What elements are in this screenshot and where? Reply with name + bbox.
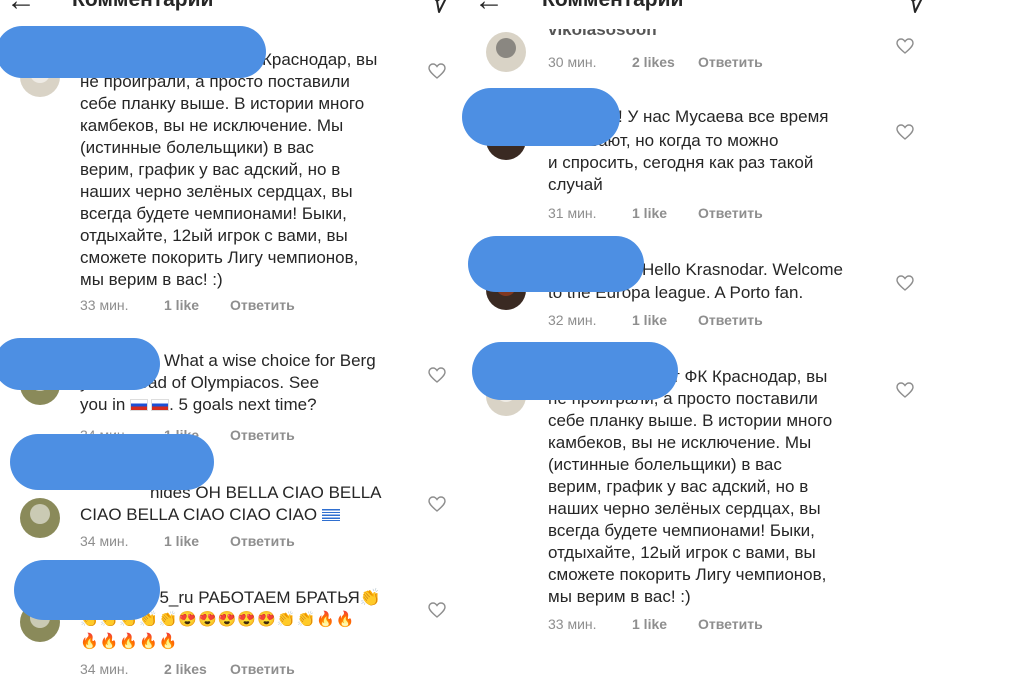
comment-line: Hello Krasnodar. Welcome [642, 260, 843, 279]
comment-line: CIAO BELLA CIAO CIAO CIAO [80, 504, 340, 526]
comment-item: т ФК Краснодар, вы не проиграли, а прост… [462, 340, 934, 683]
comment-item: nides ΟΗ ΒΕLLA CIAO BELLA CIAO BELLA CIA… [0, 434, 462, 560]
redacted-username [468, 236, 644, 292]
comment-line: себе планку выше. В истории много [548, 411, 833, 430]
comment-line: камбеков, вы не исключение. Мы [548, 433, 812, 452]
comment-time: 30 мин. [548, 54, 597, 70]
heart-icon[interactable] [428, 602, 446, 618]
likes-count[interactable]: 1 like [632, 616, 698, 632]
comment-username[interactable]: vikolasosoon [548, 29, 657, 41]
comment-line: наших черно зелёных сердцах, вы [548, 499, 821, 518]
reply-button[interactable]: Ответить [230, 661, 295, 677]
comment-line: т ФК Краснодар, вы [672, 367, 828, 386]
heart-icon[interactable] [896, 124, 914, 140]
russia-flag-icon [151, 399, 170, 411]
comments-panel-right: ← Комментарии vikolasosoon 30 мин.2 like… [462, 0, 934, 683]
likes-count[interactable]: 1 like [632, 205, 698, 221]
comment-line: всегда будете чемпионами! Быки, [548, 521, 815, 540]
comment-time: 33 мин. [80, 297, 129, 313]
clapping-emoji-icon: 👏 [359, 588, 381, 607]
avatar[interactable] [486, 32, 526, 72]
comment-item: Краснодар, вы не проиграли, а просто пос… [0, 0, 462, 330]
comment-time: 33 мин. [548, 616, 597, 632]
comment-item: 75_ru РАБОТАЕМ БРАТЬЯ👏 👏👏👏👏👏😍😍😍😍😍👏👏🔥🔥 🔥🔥… [0, 560, 462, 683]
comment-line: What a wise choice for Berg [164, 351, 376, 370]
comment-line: всегда будете чемпионами! Быки, [80, 204, 347, 223]
comment-line: верим, график у вас адский, но в [80, 160, 341, 179]
heart-icon[interactable] [428, 496, 446, 512]
comment-text: you in [80, 395, 126, 414]
redacted-username [0, 338, 160, 390]
comment-line: верим, график у вас адский, но в [548, 477, 809, 496]
comment-item: ! У нас Мусаева все время вызывают, но к… [462, 80, 934, 230]
comment-line: себе планку выше. В истории много [80, 94, 365, 113]
comment-time: 32 мин. [548, 312, 597, 328]
comment-line: случай [548, 175, 603, 194]
greece-flag-icon [321, 509, 340, 521]
heart-icon[interactable] [428, 367, 446, 383]
heart-icon[interactable] [896, 38, 914, 54]
comment-line: (истинные болельщики) в вас [548, 455, 782, 474]
comment-meta: 32 мин. 1 like Ответить [548, 312, 763, 328]
likes-count[interactable]: 2 likes [632, 54, 698, 70]
reply-button[interactable]: Ответить [230, 427, 295, 443]
comment-line: Краснодар, вы [262, 50, 378, 69]
russia-flag-icon [130, 399, 149, 411]
likes-count[interactable]: 2 likes [164, 661, 230, 677]
avatar[interactable] [20, 498, 60, 538]
comment-line: отдыхайте, 12ый игрок с вами, вы [548, 543, 816, 562]
comment-line: наших черно зелёных сердцах, вы [80, 182, 353, 201]
comment-line: ! У нас Мусаева все время [618, 107, 829, 126]
comment-line: сможете покорить Лигу чемпионов, [548, 565, 827, 584]
comment-line: мы верим в вас! :) [80, 270, 223, 289]
reply-button[interactable]: Ответить [698, 205, 763, 221]
comment-item: Hello Krasnodar. Welcome to the Europa l… [462, 230, 934, 340]
heart-icon[interactable] [428, 63, 446, 79]
comment-line: мы верим в вас! :) [548, 587, 691, 606]
reply-button[interactable]: Ответить [698, 616, 763, 632]
likes-count[interactable]: 1 like [632, 312, 698, 328]
comment-time: 31 мин. [548, 205, 597, 221]
reply-button[interactable]: Ответить [698, 54, 763, 70]
comment-line: отдыхайте, 12ый игрок с вами, вы [80, 226, 348, 245]
redacted-username [14, 560, 160, 620]
comment-meta: 33 мин. 1 like Ответить [548, 616, 763, 632]
comment-meta: 33 мин. 1 like Ответить [80, 297, 295, 313]
comment-time: 34 мин. [80, 661, 129, 677]
comment-meta: 34 мин. 1 likeОтветить [80, 533, 295, 549]
page-gutter [934, 0, 1024, 683]
reply-button[interactable]: Ответить [230, 297, 295, 313]
comment-text: CIAO BELLA CIAO CIAO CIAO [80, 505, 318, 524]
comment-line: камбеков, вы не исключение. Мы [80, 116, 344, 135]
redacted-username [0, 26, 266, 78]
redacted-username [10, 434, 214, 490]
comment-line: (истинные болельщики) в вас [80, 138, 314, 157]
emoji-line: 🔥🔥🔥🔥🔥 [80, 633, 179, 650]
comments-panel-left: ← Комментарии Краснодар, вы не проиграли… [0, 0, 462, 683]
comment-line: и спросить, сегодня как раз такой [548, 153, 814, 172]
comment-line: сможете покорить Лигу чемпионов, [80, 248, 359, 267]
comment-time: 34 мин. [80, 533, 129, 549]
reply-button[interactable]: Ответить [230, 533, 295, 549]
comment-item: vikolasosoon 30 мин. 2 likes Ответить [462, 0, 934, 80]
heart-icon[interactable] [896, 382, 914, 398]
likes-count[interactable]: 1 like [164, 297, 230, 313]
heart-icon[interactable] [896, 275, 914, 291]
comment-line: 75_ru РАБОТАЕМ БРАТЬЯ👏 [150, 587, 381, 609]
reply-button[interactable]: Ответить [698, 312, 763, 328]
redacted-username [462, 88, 620, 146]
redacted-username [472, 342, 678, 400]
comment-meta: 30 мин. 2 likes Ответить [548, 54, 763, 70]
comment-text: . 5 goals next time? [169, 395, 317, 414]
likes-count[interactable]: 1 like [164, 533, 230, 549]
comment-line: you in . 5 goals next time? [80, 394, 317, 416]
comment-text: 75_ru РАБОТАЕМ БРАТЬЯ [150, 588, 360, 607]
comment-meta: 34 мин. 2 likes Ответить [80, 661, 295, 677]
comment-meta: 31 мин. 1 like Ответить [548, 205, 763, 221]
